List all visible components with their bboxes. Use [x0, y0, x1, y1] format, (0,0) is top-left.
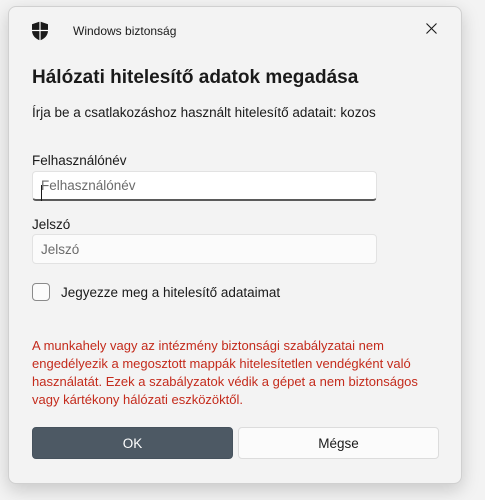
close-button[interactable]: [411, 15, 451, 45]
remember-label: Jegyezze meg a hitelesítő adataimat: [61, 285, 281, 300]
ok-button[interactable]: OK: [32, 427, 233, 459]
username-input[interactable]: [32, 171, 377, 201]
text-caret: [41, 185, 42, 201]
close-icon: [425, 21, 437, 39]
titlebar: Windows biztonság: [9, 7, 461, 53]
password-input[interactable]: [32, 234, 377, 264]
password-label: Jelszó: [32, 217, 71, 232]
dialog-heading: Hálózati hitelesítő adatok megadása: [32, 67, 359, 88]
cancel-button[interactable]: Mégse: [238, 427, 439, 459]
username-label: Felhasználónév: [32, 153, 127, 168]
app-title: Windows biztonság: [73, 24, 177, 38]
remember-checkbox[interactable]: [32, 283, 50, 301]
shield-icon: [31, 21, 49, 41]
credential-dialog: Windows biztonság Hálózati hitelesítő ad…: [8, 6, 462, 484]
policy-error-message: A munkahely vagy az intézmény biztonsági…: [32, 338, 418, 407]
dialog-subtitle: Írja be a csatlakozáshoz használt hitele…: [32, 105, 376, 120]
